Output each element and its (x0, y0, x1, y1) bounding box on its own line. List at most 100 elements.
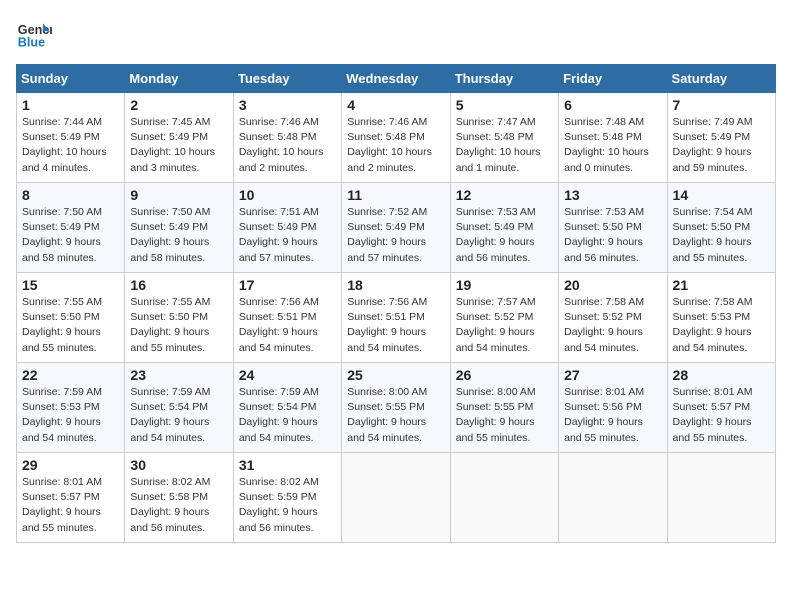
day-info: Sunrise: 7:59 AM Sunset: 5:53 PM Dayligh… (22, 385, 119, 446)
daylight-label: Daylight: 9 hours and 55 minutes. (673, 416, 752, 443)
sunrise-label: Sunrise: 7:50 AM (130, 206, 210, 218)
sunrise-label: Sunrise: 7:46 AM (347, 116, 427, 128)
logo: General Blue (16, 16, 52, 52)
sunrise-label: Sunrise: 7:53 AM (564, 206, 644, 218)
day-info: Sunrise: 8:01 AM Sunset: 5:56 PM Dayligh… (564, 385, 661, 446)
calendar-cell: 29 Sunrise: 8:01 AM Sunset: 5:57 PM Dayl… (17, 453, 125, 543)
day-number: 27 (564, 367, 661, 383)
daylight-label: Daylight: 9 hours and 55 minutes. (564, 416, 643, 443)
day-info: Sunrise: 7:56 AM Sunset: 5:51 PM Dayligh… (239, 295, 336, 356)
calendar-cell (559, 453, 667, 543)
calendar-cell: 7 Sunrise: 7:49 AM Sunset: 5:49 PM Dayli… (667, 93, 775, 183)
day-number: 6 (564, 97, 661, 113)
daylight-label: Daylight: 9 hours and 57 minutes. (239, 236, 318, 263)
sunrise-label: Sunrise: 7:51 AM (239, 206, 319, 218)
sunrise-label: Sunrise: 7:56 AM (239, 296, 319, 308)
calendar-cell: 19 Sunrise: 7:57 AM Sunset: 5:52 PM Dayl… (450, 273, 558, 363)
day-number: 31 (239, 457, 336, 473)
day-info: Sunrise: 7:55 AM Sunset: 5:50 PM Dayligh… (130, 295, 227, 356)
weekday-header-thursday: Thursday (450, 65, 558, 93)
sunrise-label: Sunrise: 8:01 AM (564, 386, 644, 398)
calendar-cell: 31 Sunrise: 8:02 AM Sunset: 5:59 PM Dayl… (233, 453, 341, 543)
day-number: 7 (673, 97, 770, 113)
day-number: 25 (347, 367, 444, 383)
svg-text:Blue: Blue (18, 36, 45, 50)
daylight-label: Daylight: 10 hours and 3 minutes. (130, 146, 215, 173)
day-info: Sunrise: 7:50 AM Sunset: 5:49 PM Dayligh… (22, 205, 119, 266)
calendar-cell: 15 Sunrise: 7:55 AM Sunset: 5:50 PM Dayl… (17, 273, 125, 363)
daylight-label: Daylight: 10 hours and 0 minutes. (564, 146, 649, 173)
sunrise-label: Sunrise: 7:46 AM (239, 116, 319, 128)
sunset-label: Sunset: 5:52 PM (456, 311, 534, 323)
calendar-table: SundayMondayTuesdayWednesdayThursdayFrid… (16, 64, 776, 543)
sunrise-label: Sunrise: 8:02 AM (130, 476, 210, 488)
sunset-label: Sunset: 5:48 PM (564, 131, 642, 143)
calendar-cell: 14 Sunrise: 7:54 AM Sunset: 5:50 PM Dayl… (667, 183, 775, 273)
sunrise-label: Sunrise: 7:52 AM (347, 206, 427, 218)
calendar-cell: 20 Sunrise: 7:58 AM Sunset: 5:52 PM Dayl… (559, 273, 667, 363)
sunset-label: Sunset: 5:57 PM (22, 491, 100, 503)
sunset-label: Sunset: 5:49 PM (673, 131, 751, 143)
daylight-label: Daylight: 9 hours and 54 minutes. (239, 416, 318, 443)
day-number: 8 (22, 187, 119, 203)
sunrise-label: Sunrise: 7:48 AM (564, 116, 644, 128)
calendar-cell: 6 Sunrise: 7:48 AM Sunset: 5:48 PM Dayli… (559, 93, 667, 183)
daylight-label: Daylight: 9 hours and 56 minutes. (130, 506, 209, 533)
calendar-cell: 10 Sunrise: 7:51 AM Sunset: 5:49 PM Dayl… (233, 183, 341, 273)
sunrise-label: Sunrise: 7:44 AM (22, 116, 102, 128)
day-info: Sunrise: 8:00 AM Sunset: 5:55 PM Dayligh… (347, 385, 444, 446)
day-number: 3 (239, 97, 336, 113)
sunset-label: Sunset: 5:52 PM (564, 311, 642, 323)
day-number: 21 (673, 277, 770, 293)
sunrise-label: Sunrise: 7:57 AM (456, 296, 536, 308)
sunrise-label: Sunrise: 7:59 AM (130, 386, 210, 398)
weekday-header-sunday: Sunday (17, 65, 125, 93)
calendar-cell (450, 453, 558, 543)
daylight-label: Daylight: 9 hours and 58 minutes. (130, 236, 209, 263)
daylight-label: Daylight: 9 hours and 56 minutes. (456, 236, 535, 263)
day-number: 13 (564, 187, 661, 203)
daylight-label: Daylight: 10 hours and 2 minutes. (239, 146, 324, 173)
sunrise-label: Sunrise: 7:59 AM (239, 386, 319, 398)
sunrise-label: Sunrise: 8:00 AM (347, 386, 427, 398)
sunset-label: Sunset: 5:49 PM (130, 131, 208, 143)
day-info: Sunrise: 7:50 AM Sunset: 5:49 PM Dayligh… (130, 205, 227, 266)
daylight-label: Daylight: 9 hours and 55 minutes. (673, 236, 752, 263)
sunrise-label: Sunrise: 7:45 AM (130, 116, 210, 128)
weekday-header-saturday: Saturday (667, 65, 775, 93)
day-number: 11 (347, 187, 444, 203)
day-info: Sunrise: 7:45 AM Sunset: 5:49 PM Dayligh… (130, 115, 227, 176)
day-number: 9 (130, 187, 227, 203)
day-info: Sunrise: 7:52 AM Sunset: 5:49 PM Dayligh… (347, 205, 444, 266)
day-info: Sunrise: 7:46 AM Sunset: 5:48 PM Dayligh… (347, 115, 444, 176)
day-info: Sunrise: 7:57 AM Sunset: 5:52 PM Dayligh… (456, 295, 553, 356)
day-number: 20 (564, 277, 661, 293)
calendar-cell: 4 Sunrise: 7:46 AM Sunset: 5:48 PM Dayli… (342, 93, 450, 183)
sunset-label: Sunset: 5:51 PM (239, 311, 317, 323)
day-number: 29 (22, 457, 119, 473)
calendar-cell: 22 Sunrise: 7:59 AM Sunset: 5:53 PM Dayl… (17, 363, 125, 453)
day-info: Sunrise: 7:58 AM Sunset: 5:52 PM Dayligh… (564, 295, 661, 356)
sunset-label: Sunset: 5:59 PM (239, 491, 317, 503)
daylight-label: Daylight: 9 hours and 54 minutes. (564, 326, 643, 353)
calendar-cell: 21 Sunrise: 7:58 AM Sunset: 5:53 PM Dayl… (667, 273, 775, 363)
sunset-label: Sunset: 5:49 PM (347, 221, 425, 233)
sunrise-label: Sunrise: 7:47 AM (456, 116, 536, 128)
sunset-label: Sunset: 5:56 PM (564, 401, 642, 413)
weekday-header-wednesday: Wednesday (342, 65, 450, 93)
day-number: 30 (130, 457, 227, 473)
day-number: 5 (456, 97, 553, 113)
day-number: 23 (130, 367, 227, 383)
day-info: Sunrise: 7:55 AM Sunset: 5:50 PM Dayligh… (22, 295, 119, 356)
daylight-label: Daylight: 9 hours and 54 minutes. (22, 416, 101, 443)
sunset-label: Sunset: 5:49 PM (239, 221, 317, 233)
day-info: Sunrise: 7:46 AM Sunset: 5:48 PM Dayligh… (239, 115, 336, 176)
day-number: 28 (673, 367, 770, 383)
sunset-label: Sunset: 5:49 PM (130, 221, 208, 233)
sunset-label: Sunset: 5:50 PM (564, 221, 642, 233)
sunrise-label: Sunrise: 7:49 AM (673, 116, 753, 128)
calendar-cell: 30 Sunrise: 8:02 AM Sunset: 5:58 PM Dayl… (125, 453, 233, 543)
day-number: 17 (239, 277, 336, 293)
sunrise-label: Sunrise: 7:56 AM (347, 296, 427, 308)
day-number: 26 (456, 367, 553, 383)
